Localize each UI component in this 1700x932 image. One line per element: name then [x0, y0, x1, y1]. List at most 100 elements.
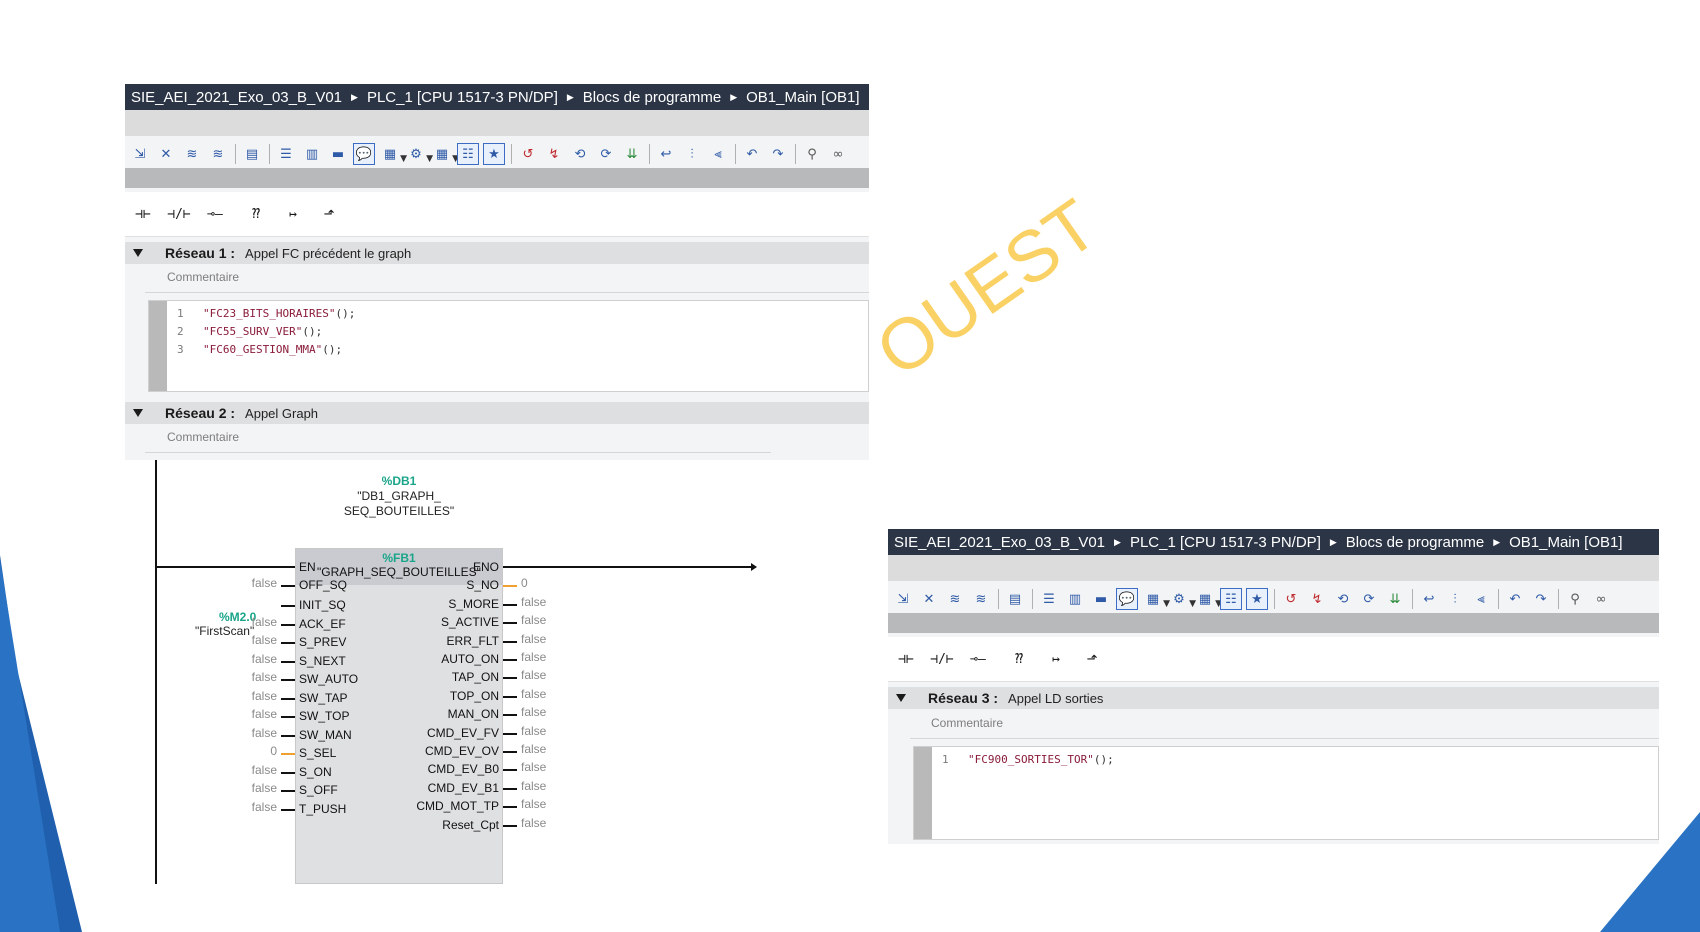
- input-value[interactable]: false: [215, 670, 277, 684]
- breadcrumb-blocks[interactable]: Blocs de programme: [583, 89, 721, 106]
- open-branch-button[interactable]: ↦: [277, 200, 309, 228]
- delete-network-icon[interactable]: ✕: [155, 143, 177, 165]
- output-value[interactable]: false: [521, 797, 546, 811]
- monitor-icon[interactable]: ▦ ▼: [431, 143, 459, 165]
- output-value[interactable]: false: [521, 816, 546, 830]
- delete-network-icon[interactable]: ✕: [918, 588, 940, 610]
- breadcrumb-ob1[interactable]: OB1_Main [OB1]: [746, 89, 859, 106]
- undo-icon[interactable]: ↶: [1504, 588, 1526, 610]
- network-comment[interactable]: Commentaire: [167, 430, 239, 444]
- input-value[interactable]: false: [215, 652, 277, 666]
- monitor-icon[interactable]: ▦ ▼: [1194, 588, 1222, 610]
- breadcrumb-project[interactable]: SIE_AEI_2021_Exo_03_B_V01: [131, 89, 342, 106]
- compare-icon[interactable]: ⟳: [1358, 588, 1380, 610]
- input-value[interactable]: false: [215, 800, 277, 814]
- output-value[interactable]: false: [521, 705, 546, 719]
- goto-prev-icon[interactable]: ↯: [1306, 588, 1328, 610]
- scl-code-editor[interactable]: 1 "FC900_SORTIES_TOR"();: [913, 746, 1659, 840]
- show-favorites-icon[interactable]: ▬: [327, 143, 349, 165]
- breadcrumb-ob1[interactable]: OB1_Main [OB1]: [1509, 534, 1622, 551]
- collapse-all-icon[interactable]: ▥: [1064, 588, 1086, 610]
- expand-all-icon[interactable]: ☰: [1038, 588, 1060, 610]
- collapse-triangle-icon[interactable]: [133, 249, 143, 257]
- insert-network-icon[interactable]: ⇲: [892, 588, 914, 610]
- output-value[interactable]: false: [521, 760, 546, 774]
- output-value[interactable]: false: [521, 613, 546, 627]
- show-favorites-icon[interactable]: ▬: [1090, 588, 1112, 610]
- step-icon[interactable]: ↩: [1418, 588, 1440, 610]
- input-value[interactable]: false: [215, 615, 277, 629]
- delete-icon[interactable]: ▤: [241, 143, 263, 165]
- code-line[interactable]: 2 "FC55_SURV_VER"();: [177, 325, 322, 338]
- breadcrumb-plc[interactable]: PLC_1 [CPU 1517-3 PN/DP]: [1130, 534, 1321, 551]
- delete-icon[interactable]: ▤: [1004, 588, 1026, 610]
- collapse-triangle-icon[interactable]: [133, 409, 143, 417]
- insert-network-icon[interactable]: ⇲: [129, 143, 151, 165]
- input-value[interactable]: false: [215, 576, 277, 590]
- close-branch-button[interactable]: ⬏: [313, 200, 345, 228]
- input-value[interactable]: 0: [215, 744, 277, 758]
- input-value[interactable]: false: [215, 781, 277, 795]
- goto-error-icon[interactable]: ↺: [517, 143, 539, 165]
- no-contact-button[interactable]: ⊣⊢: [890, 645, 922, 673]
- abs-symbolic-icon[interactable]: ▦ ▼: [379, 143, 407, 165]
- favorites-edit-icon[interactable]: ★: [483, 143, 505, 165]
- glasses-icon[interactable]: ∞: [1590, 588, 1612, 610]
- goto-prev-icon[interactable]: ↯: [543, 143, 565, 165]
- code-line[interactable]: 3 "FC60_GESTION_MMA"();: [177, 343, 342, 356]
- list-icon[interactable]: ☷: [457, 143, 479, 165]
- output-value[interactable]: false: [521, 742, 546, 756]
- undo-icon[interactable]: ↶: [741, 143, 763, 165]
- output-value[interactable]: false: [521, 632, 546, 646]
- code-line[interactable]: 1 "FC23_BITS_HORAIRES"();: [177, 307, 355, 320]
- redo-icon[interactable]: ↷: [767, 143, 789, 165]
- indent-icon[interactable]: ⫶: [681, 143, 703, 165]
- output-value[interactable]: false: [521, 687, 546, 701]
- input-value[interactable]: false: [215, 726, 277, 740]
- network-comment[interactable]: Commentaire: [931, 716, 1003, 730]
- goto-error-icon[interactable]: ↺: [1280, 588, 1302, 610]
- glasses-icon[interactable]: ∞: [827, 143, 849, 165]
- monitor-on-icon[interactable]: ⚲: [1564, 588, 1586, 610]
- empty-box-button[interactable]: ⁇: [240, 200, 272, 228]
- input-value[interactable]: false: [215, 689, 277, 703]
- network-3-header[interactable]: Réseau 3 : Appel LD sorties: [888, 687, 1659, 709]
- network-comment[interactable]: Commentaire: [167, 270, 239, 284]
- network-description[interactable]: Appel LD sorties: [1008, 691, 1103, 706]
- insert-row-icon[interactable]: ≋: [944, 588, 966, 610]
- copy-icon[interactable]: ⇊: [621, 143, 643, 165]
- network-1-header[interactable]: Réseau 1 : Appel FC précédent le graph: [125, 242, 869, 264]
- abs-symbolic-icon[interactable]: ▦ ▼: [1142, 588, 1170, 610]
- outdent-icon[interactable]: ⫷: [707, 143, 729, 165]
- coil-button[interactable]: ⊸—: [962, 645, 994, 673]
- expand-all-icon[interactable]: ☰: [275, 143, 297, 165]
- redo-icon[interactable]: ↷: [1530, 588, 1552, 610]
- display-operand-icon[interactable]: ⚙ ▼: [405, 143, 433, 165]
- input-value[interactable]: false: [215, 763, 277, 777]
- compare-icon[interactable]: ⟳: [595, 143, 617, 165]
- output-value[interactable]: false: [521, 779, 546, 793]
- breadcrumb-blocks[interactable]: Blocs de programme: [1346, 534, 1484, 551]
- empty-box-button[interactable]: ⁇: [1003, 645, 1035, 673]
- outdent-icon[interactable]: ⫷: [1470, 588, 1492, 610]
- fbd-network-area[interactable]: %DB1 "DB1_GRAPH_ SEQ_BOUTEILLES" %FB1 "G…: [125, 460, 869, 884]
- input-value[interactable]: false: [215, 707, 277, 721]
- input-value[interactable]: false: [215, 633, 277, 647]
- output-value[interactable]: false: [521, 595, 546, 609]
- add-row-icon[interactable]: ≋: [207, 143, 229, 165]
- output-value[interactable]: false: [521, 650, 546, 664]
- close-branch-button[interactable]: ⬏: [1076, 645, 1108, 673]
- collapse-triangle-icon[interactable]: [896, 694, 906, 702]
- comments-icon[interactable]: 💬: [1116, 588, 1138, 610]
- nc-contact-button[interactable]: ⊣/⊢: [926, 645, 958, 673]
- insert-row-icon[interactable]: ≋: [181, 143, 203, 165]
- instance-db-label[interactable]: %DB1 "DB1_GRAPH_ SEQ_BOUTEILLES": [325, 474, 473, 519]
- output-value[interactable]: false: [521, 724, 546, 738]
- nc-contact-button[interactable]: ⊣/⊢: [163, 200, 195, 228]
- favorites-edit-icon[interactable]: ★: [1246, 588, 1268, 610]
- list-icon[interactable]: ☷: [1220, 588, 1242, 610]
- display-operand-icon[interactable]: ⚙ ▼: [1168, 588, 1196, 610]
- goto-next-icon[interactable]: ⟲: [1332, 588, 1354, 610]
- open-branch-button[interactable]: ↦: [1040, 645, 1072, 673]
- monitor-on-icon[interactable]: ⚲: [801, 143, 823, 165]
